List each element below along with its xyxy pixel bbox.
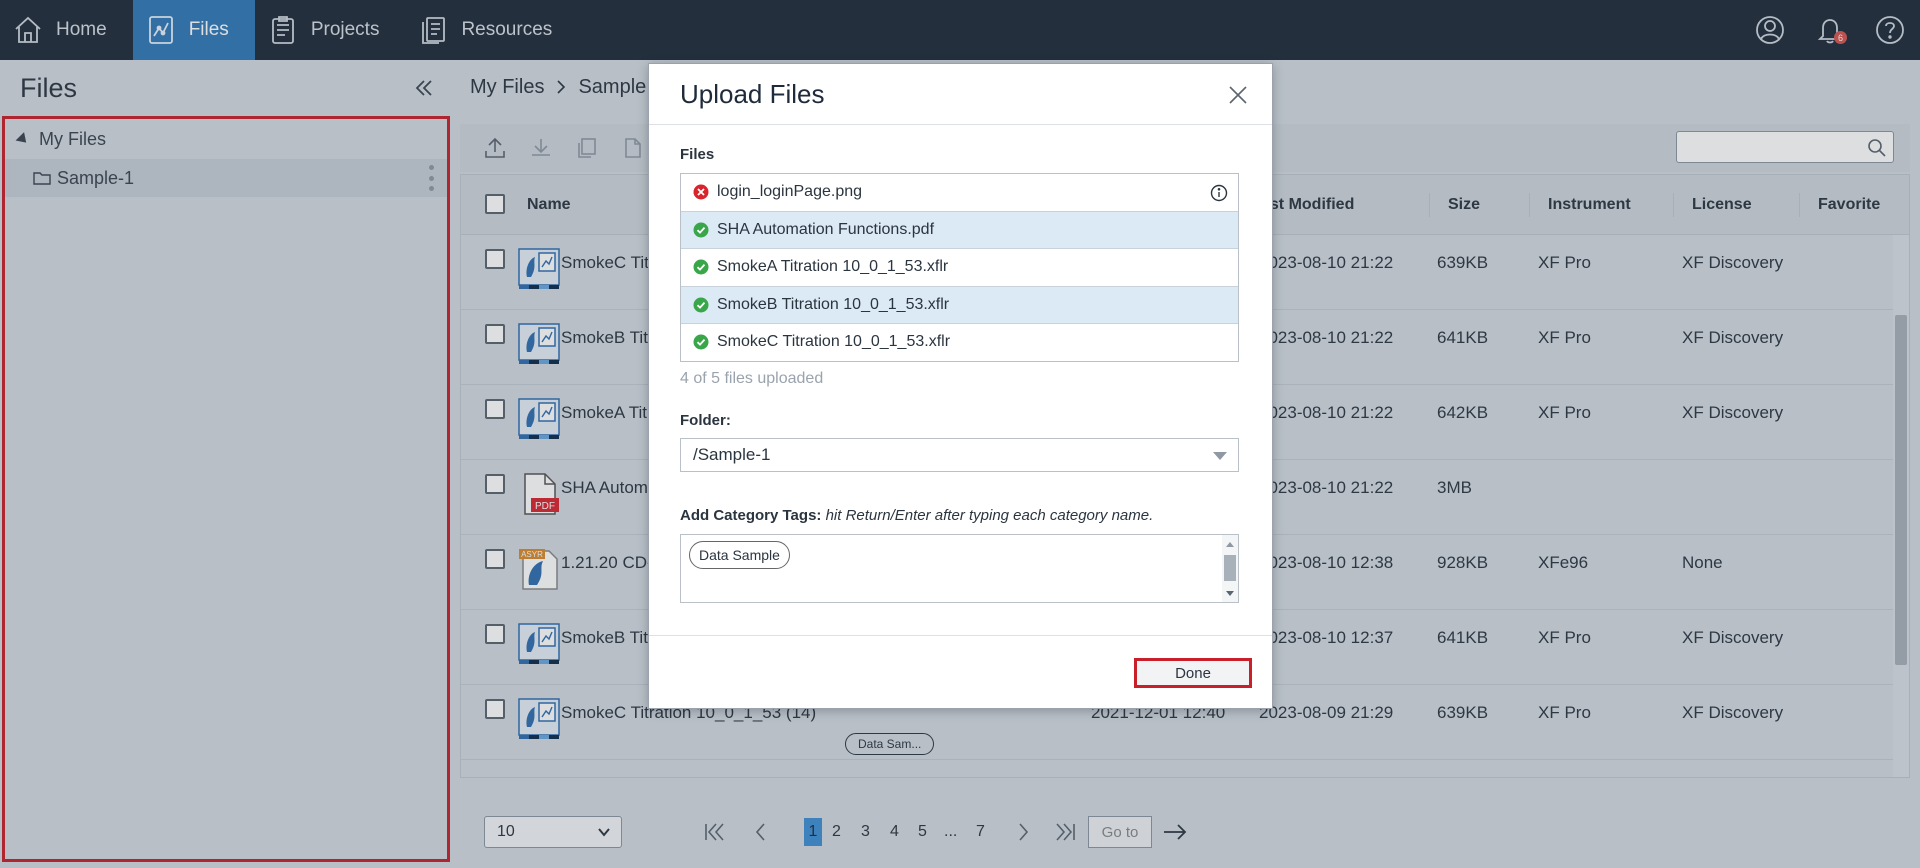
scroll-up-icon[interactable] — [1222, 539, 1238, 549]
category-tags-input[interactable]: Data Sample — [680, 534, 1239, 603]
tags-scrollbar-thumb[interactable] — [1224, 555, 1236, 581]
check-circle-icon — [693, 222, 709, 238]
upload-file-name: SmokeB Titration 10_0_1_53.xflr — [717, 295, 950, 313]
upload-file-item: SmokeB Titration 10_0_1_53.xflr — [681, 286, 1238, 324]
files-label: Files — [680, 146, 715, 163]
upload-file-list: login_loginPage.png SHA Automation Functi… — [680, 173, 1239, 362]
folder-select[interactable]: /Sample-1 — [680, 438, 1239, 472]
error-circle-icon — [693, 184, 709, 200]
upload-file-item: login_loginPage.png — [681, 174, 1238, 212]
upload-file-name: login_loginPage.png — [717, 183, 863, 201]
tags-label-text: Add Category Tags: — [680, 507, 822, 524]
upload-file-item: SmokeA Titration 10_0_1_53.xflr — [681, 249, 1238, 287]
dropdown-triangle-icon — [1213, 452, 1227, 460]
upload-file-item: SHA Automation Functions.pdf — [681, 211, 1238, 249]
tags-hint-text: hit Return/Enter after typing each categ… — [825, 507, 1154, 524]
upload-file-name: SmokeC Titration 10_0_1_53.xflr — [717, 333, 951, 351]
tags-scrollbar[interactable] — [1222, 535, 1238, 602]
upload-file-item: SmokeC Titration 10_0_1_53.xflr — [681, 324, 1238, 361]
info-icon[interactable] — [1210, 184, 1228, 202]
upload-files-dialog: Upload Files Files login_loginPage.png SH… — [648, 63, 1273, 709]
close-icon — [1229, 86, 1247, 104]
folder-select-value: /Sample-1 — [693, 445, 771, 464]
done-button[interactable]: Done — [1134, 658, 1252, 688]
dialog-footer: Done — [649, 635, 1272, 708]
check-circle-icon — [693, 259, 709, 275]
check-circle-icon — [693, 297, 709, 313]
dialog-header: Upload Files — [649, 64, 1272, 125]
close-dialog-button[interactable] — [1228, 85, 1248, 105]
dialog-title: Upload Files — [680, 78, 825, 109]
check-circle-icon — [693, 334, 709, 350]
upload-file-name: SHA Automation Functions.pdf — [717, 220, 935, 238]
upload-file-name: SmokeA Titration 10_0_1_53.xflr — [717, 258, 949, 276]
tags-label: Add Category Tags: hit Return/Enter afte… — [680, 507, 1153, 524]
category-tag-chip[interactable]: Data Sample — [689, 541, 790, 569]
folder-label: Folder: — [680, 412, 731, 429]
upload-progress-text: 4 of 5 files uploaded — [680, 370, 824, 387]
scroll-down-icon[interactable] — [1222, 589, 1238, 599]
